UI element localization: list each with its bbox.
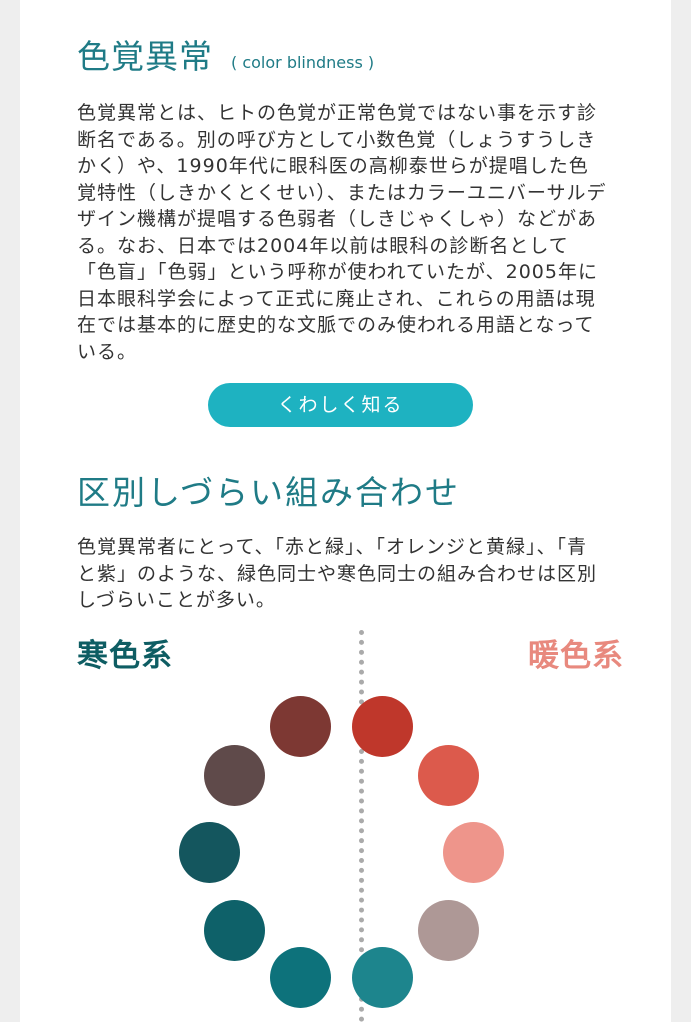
- cold-color-swatch-2: [203, 744, 265, 806]
- warm-color-swatch-4: [417, 899, 479, 961]
- learn-more-button[interactable]: くわしく知る: [208, 383, 473, 427]
- page-subtitle: ( color blindness ): [231, 53, 375, 72]
- content-panel: 色覚異常 ( color blindness ) 色覚異常とは、ヒトの色覚が正常色…: [20, 0, 671, 1022]
- warm-color-swatch-2: [417, 744, 479, 806]
- section-paragraph: 色覚異常者にとって、「赤と緑」、「オレンジと黄緑」、「青と紫」のような、緑色同士…: [77, 536, 598, 611]
- cold-color-swatch-1: [269, 695, 331, 757]
- warm-color-swatch-1: [351, 695, 413, 757]
- page-title: 色覚異常: [77, 37, 213, 76]
- page-header: 色覚異常 ( color blindness ): [77, 30, 607, 76]
- cold-color-swatch-4: [203, 899, 265, 961]
- warm-color-swatch-5: [351, 946, 413, 1008]
- warm-color-swatch-3: [442, 821, 504, 883]
- warm-colors-label: 暖色系: [528, 638, 624, 674]
- cold-colors-label: 寒色系: [77, 638, 173, 674]
- section-heading: 区別しづらい組み合わせ: [77, 473, 461, 512]
- cold-color-swatch-3: [178, 821, 240, 883]
- intro-paragraph: 色覚異常とは、ヒトの色覚が正常色覚ではない事を示す診断名である。別の呼び方として…: [77, 102, 607, 363]
- cold-color-swatch-5: [269, 946, 331, 1008]
